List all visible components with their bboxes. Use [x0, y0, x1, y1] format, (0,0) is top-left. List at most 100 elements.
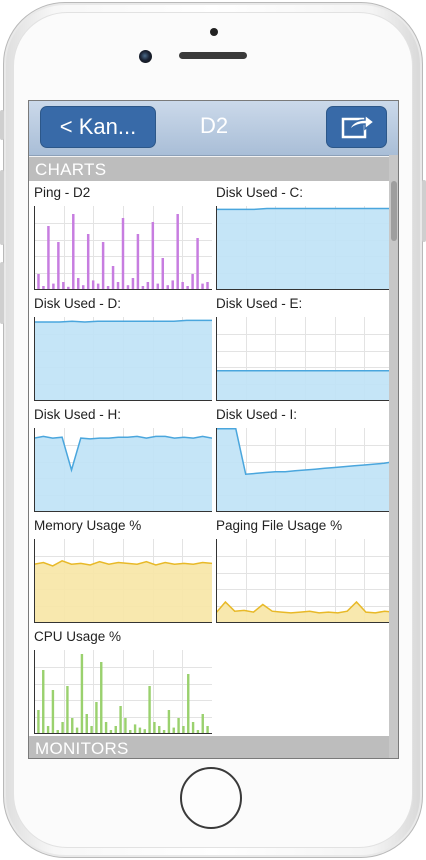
chart-bar — [171, 280, 174, 290]
mute-switch — [0, 110, 4, 140]
navigation-bar: < Kan... D2 — [29, 101, 398, 156]
front-camera-icon — [139, 50, 152, 63]
chart-area — [34, 560, 212, 623]
chart-disk-d — [34, 317, 212, 401]
chart-bar — [61, 722, 64, 734]
chart-bar — [80, 654, 84, 734]
chart-disk-h — [34, 428, 212, 512]
charts-grid: Ping - D2 Disk Used - C: Disk Used - D: … — [29, 181, 394, 736]
chart-bar — [111, 266, 115, 290]
chart-disk-i — [216, 428, 394, 512]
chart-bar — [51, 690, 55, 734]
chart-tile-paging-file[interactable]: Paging File Usage % — [216, 514, 394, 625]
chart-bar — [95, 702, 98, 734]
scrollbar-thumb[interactable] — [391, 181, 397, 241]
chart-bar — [191, 274, 194, 290]
app-screen: < Kan... D2 CHARTS Ping - D2 Disk Used -… — [28, 100, 399, 759]
chart-bar — [182, 726, 185, 734]
charts-section-header: CHARTS — [29, 157, 389, 181]
chart-tile-disk-h[interactable]: Disk Used - H: — [34, 403, 212, 514]
home-button[interactable] — [180, 767, 242, 829]
chart-bar — [167, 710, 171, 734]
chart-bar — [37, 710, 40, 734]
chart-tile-cpu[interactable]: CPU Usage % — [34, 625, 212, 736]
chart-tile-disk-c[interactable]: Disk Used - C: — [216, 181, 394, 292]
chart-bar — [116, 282, 120, 290]
chart-bar — [206, 282, 209, 290]
chart-disk-e — [216, 317, 394, 401]
back-button[interactable]: < Kan... — [40, 106, 156, 148]
chart-bar — [153, 722, 156, 734]
chart-bar — [62, 282, 65, 290]
chart-title: Disk Used - C: — [216, 185, 304, 200]
power-button — [422, 180, 426, 242]
chart-bar — [177, 718, 180, 734]
chart-area — [34, 320, 212, 401]
chart-bar — [124, 718, 127, 734]
chart-bar — [187, 674, 190, 734]
chart-bar — [66, 686, 69, 734]
share-button[interactable] — [326, 106, 387, 148]
chart-tile-disk-d[interactable]: Disk Used - D: — [34, 292, 212, 403]
chart-bar — [133, 724, 137, 734]
chart-bar — [104, 722, 108, 734]
chart-title: Memory Usage % — [34, 518, 142, 533]
chart-tile-ping[interactable]: Ping - D2 — [34, 181, 212, 292]
chart-bar — [46, 726, 50, 734]
chart-bar — [47, 226, 50, 290]
chart-title: Disk Used - D: — [34, 296, 122, 311]
chart-memory — [34, 539, 212, 623]
chart-title: Disk Used - E: — [216, 296, 303, 311]
chart-tile-disk-e[interactable]: Disk Used - E: — [216, 292, 394, 403]
chart-bar — [42, 670, 45, 734]
chart-bar — [148, 686, 151, 734]
volume-down-button — [0, 262, 4, 324]
chart-bar — [100, 662, 103, 734]
chart-bar — [57, 242, 60, 290]
chart-ping — [34, 206, 212, 290]
chart-paging-file — [216, 539, 394, 623]
volume-up-button — [0, 170, 4, 245]
front-sensor — [210, 28, 218, 36]
chart-bar — [90, 726, 93, 734]
scrollbar-track[interactable] — [389, 155, 398, 758]
chart-bar — [196, 238, 199, 290]
chart-bar — [101, 242, 105, 290]
chart-bar — [136, 234, 140, 290]
chart-bar — [191, 722, 195, 734]
chart-bar — [37, 274, 40, 290]
chart-bar — [71, 718, 74, 734]
chart-bar — [158, 726, 161, 734]
chart-bar — [176, 214, 179, 290]
chart-bar — [91, 280, 95, 290]
chart-title: CPU Usage % — [34, 629, 122, 644]
chart-cpu — [34, 650, 212, 734]
chart-bar — [201, 714, 204, 734]
share-icon — [341, 113, 376, 139]
page-title: D2 — [199, 113, 229, 138]
chart-bar — [161, 258, 165, 290]
chart-bar — [77, 278, 80, 290]
chart-title: Disk Used - H: — [34, 407, 122, 422]
chart-area — [34, 436, 212, 512]
chart-bar — [85, 714, 88, 734]
chart-tile-disk-i[interactable]: Disk Used - I: — [216, 403, 394, 514]
chart-bar — [181, 282, 184, 290]
chart-disk-c — [216, 206, 394, 290]
chart-bar — [131, 278, 135, 290]
chart-bar — [119, 706, 122, 734]
monitors-section-header: MONITORS — [29, 736, 389, 758]
chart-bar — [151, 222, 155, 290]
chart-bar — [86, 234, 90, 290]
chart-bar — [72, 214, 75, 290]
chart-title: Paging File Usage % — [216, 518, 343, 533]
chart-bar — [206, 726, 209, 734]
chart-title: Ping - D2 — [34, 185, 91, 200]
chart-bar — [114, 726, 117, 734]
chart-bar — [146, 282, 150, 290]
earpiece-speaker — [179, 52, 247, 59]
chart-area — [216, 208, 394, 290]
chart-title: Disk Used - I: — [216, 407, 298, 422]
chart-tile-memory[interactable]: Memory Usage % — [34, 514, 212, 625]
chart-area — [216, 370, 394, 401]
